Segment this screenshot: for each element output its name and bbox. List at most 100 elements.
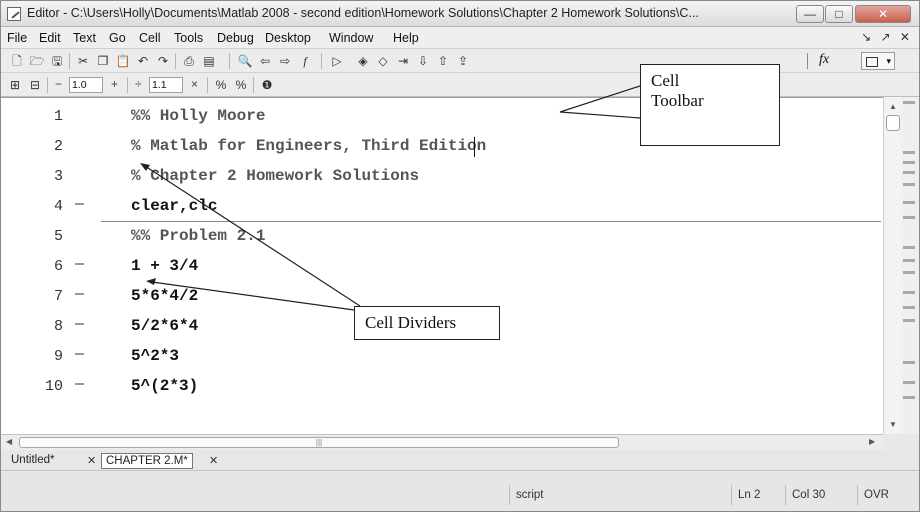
menu-cell[interactable]: Cell: [139, 31, 161, 45]
scroll-down-icon[interactable]: ▼: [887, 419, 899, 431]
code-text[interactable]: 5/2*6*4: [131, 317, 198, 335]
code-text[interactable]: % Chapter 2 Homework Solutions: [131, 167, 419, 185]
close-button[interactable]: ✕: [855, 5, 911, 23]
breakpoint-dash[interactable]: —: [75, 286, 84, 303]
horizontal-scrollbar[interactable]: ◀ ||| ▶: [1, 434, 883, 450]
warning-marker[interactable]: [903, 151, 915, 154]
vertical-scrollbar[interactable]: ▲ ▼: [883, 97, 901, 434]
toolbar-separator: [321, 53, 322, 69]
back-icon[interactable]: ⇦: [257, 53, 273, 69]
breakpoint-dash[interactable]: —: [75, 196, 84, 213]
multiply-button[interactable]: ×: [191, 77, 198, 91]
increment-button[interactable]: +: [111, 77, 118, 91]
breakpoint-dash[interactable]: —: [75, 256, 84, 273]
insert-cell-icon[interactable]: ⊞: [7, 77, 23, 93]
code-text[interactable]: %% Problem 2.1: [131, 227, 265, 245]
copy-icon[interactable]: ❐: [95, 53, 111, 69]
code-text[interactable]: 5^(2*3): [131, 377, 198, 395]
menu-desktop[interactable]: Desktop: [265, 31, 311, 45]
breakpoint-dash[interactable]: —: [75, 316, 84, 333]
function-icon[interactable]: f: [297, 53, 313, 69]
window-layout-button[interactable]: ▾: [861, 52, 895, 70]
new-file-icon[interactable]: 🗋: [9, 53, 25, 69]
warning-marker[interactable]: [903, 171, 915, 174]
breakpoint-icon[interactable]: ◈: [355, 53, 371, 69]
line-number: 7: [53, 288, 63, 305]
menu-go[interactable]: Go: [109, 31, 126, 45]
toolbar-separator: [253, 77, 254, 93]
run-icon[interactable]: ▷: [329, 53, 345, 69]
menu-file[interactable]: File: [7, 31, 27, 45]
warning-marker[interactable]: [903, 306, 915, 309]
breakpoint-dash[interactable]: —: [75, 376, 84, 393]
maximize-button[interactable]: □: [825, 5, 853, 23]
menu-help[interactable]: Help: [393, 31, 419, 45]
comment-cell-icon[interactable]: %: [213, 77, 229, 93]
code-text[interactable]: 5^2*3: [131, 347, 179, 365]
redo-icon[interactable]: ↷: [155, 53, 171, 69]
scroll-up-icon[interactable]: ▲: [887, 101, 899, 113]
scroll-left-icon[interactable]: ◀: [6, 437, 12, 446]
step-in-icon[interactable]: ⇩: [415, 53, 431, 69]
warning-marker[interactable]: [903, 216, 915, 219]
uncomment-cell-icon[interactable]: %: [233, 77, 249, 93]
warning-marker[interactable]: [903, 396, 915, 399]
cell-help-icon[interactable]: ❶: [259, 77, 275, 93]
scroll-thumb[interactable]: |||: [19, 437, 619, 448]
code-editor[interactable]: 1 %% Holly Moore 2 % Matlab for Engineer…: [1, 97, 919, 434]
menu-text[interactable]: Text: [73, 31, 96, 45]
tab-chapter-2[interactable]: CHAPTER 2.M*: [101, 453, 193, 469]
code-text[interactable]: 1 + 3/4: [131, 257, 198, 275]
scroll-right-icon[interactable]: ▶: [869, 437, 875, 446]
warning-marker[interactable]: [903, 271, 915, 274]
warning-marker[interactable]: [903, 101, 915, 104]
decrement-button[interactable]: −: [55, 77, 62, 91]
warning-marker[interactable]: [903, 291, 915, 294]
print-icon[interactable]: ⎙: [181, 53, 197, 69]
menu-tools[interactable]: Tools: [174, 31, 203, 45]
minimize-button[interactable]: —: [796, 5, 824, 23]
exit-debug-icon[interactable]: ⇪: [455, 53, 471, 69]
multiply-value-input[interactable]: 1.1: [149, 77, 183, 93]
save-icon[interactable]: 🖫: [49, 53, 65, 69]
scroll-thumb[interactable]: [886, 115, 900, 131]
breakpoint-dash[interactable]: —: [75, 346, 84, 363]
open-file-icon[interactable]: 🗁: [29, 53, 45, 69]
menu-edit[interactable]: Edit: [39, 31, 61, 45]
close-icon[interactable]: ✕: [209, 454, 218, 467]
code-line: 6 — 1 + 3/4: [1, 252, 881, 282]
cut-icon[interactable]: ✂: [75, 53, 91, 69]
history-icon[interactable]: ▤: [201, 53, 217, 69]
warning-marker[interactable]: [903, 381, 915, 384]
step-icon[interactable]: ⇥: [395, 53, 411, 69]
evaluate-cell-icon[interactable]: ⊟: [27, 77, 43, 93]
code-line: 4 — clear,clc: [1, 192, 881, 222]
find-icon[interactable]: 🔍: [237, 53, 253, 69]
warning-marker[interactable]: [903, 361, 915, 364]
warning-marker[interactable]: [903, 201, 915, 204]
decrement-value-input[interactable]: 1.0: [69, 77, 103, 93]
close-icon[interactable]: ✕: [87, 454, 96, 467]
code-text[interactable]: clear,clc: [131, 197, 217, 215]
dock-controls[interactable]: ↘ ↗ ✕: [861, 30, 913, 44]
editor-window: Editor - C:\Users\Holly\Documents\Matlab…: [0, 0, 920, 512]
fx-button[interactable]: fx: [819, 52, 829, 68]
tab-untitled[interactable]: Untitled*: [11, 453, 54, 469]
undo-icon[interactable]: ↶: [135, 53, 151, 69]
warning-marker[interactable]: [903, 246, 915, 249]
warning-marker[interactable]: [903, 259, 915, 262]
code-text[interactable]: %% Holly Moore: [131, 107, 265, 125]
paste-icon[interactable]: 📋: [115, 53, 131, 69]
clear-breakpoints-icon[interactable]: ◇: [375, 53, 391, 69]
menu-window[interactable]: Window: [329, 31, 373, 45]
forward-icon[interactable]: ⇨: [277, 53, 293, 69]
warning-marker[interactable]: [903, 319, 915, 322]
warning-marker[interactable]: [903, 161, 915, 164]
code-text[interactable]: 5*6*4/2: [131, 287, 198, 305]
menu-debug[interactable]: Debug: [217, 31, 254, 45]
status-bar: script Ln 2 Col 30 OVR: [1, 472, 919, 511]
step-out-icon[interactable]: ⇧: [435, 53, 451, 69]
code-text[interactable]: % Matlab for Engineers, Third Edition: [131, 137, 486, 155]
divide-button[interactable]: ÷: [135, 77, 142, 91]
warning-marker[interactable]: [903, 183, 915, 186]
